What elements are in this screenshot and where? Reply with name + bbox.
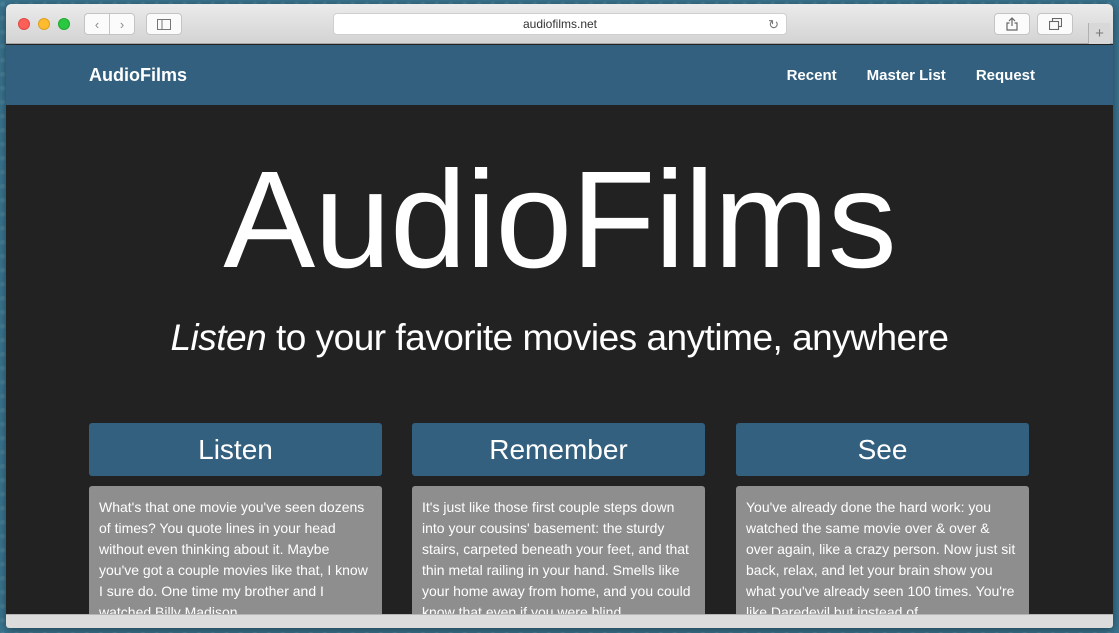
feature-heading: Listen	[89, 423, 382, 476]
new-tab-button[interactable]: +	[1088, 23, 1110, 44]
brand-link[interactable]: AudioFilms	[89, 65, 187, 86]
show-tabs-button[interactable]	[1037, 13, 1073, 35]
feature-body: What's that one movie you've seen dozens…	[89, 486, 382, 628]
nav-link-request[interactable]: Request	[976, 67, 1035, 84]
sidebar-icon	[157, 18, 171, 30]
nav-link-recent[interactable]: Recent	[787, 67, 837, 84]
feature-body: You've already done the hard work: you w…	[736, 486, 1029, 628]
browser-toolbar: ‹ › audiofilms.net ↻ +	[6, 4, 1113, 44]
chevron-left-icon: ‹	[94, 16, 100, 32]
browser-window: ‹ › audiofilms.net ↻ + AudioFilms Recent…	[6, 4, 1113, 628]
share-button[interactable]	[994, 13, 1030, 35]
chevron-right-icon: ›	[119, 16, 125, 32]
hero-subtitle-emphasis: Listen	[170, 317, 267, 358]
share-icon	[1006, 17, 1018, 31]
site-navbar: AudioFilms Recent Master List Request	[6, 45, 1113, 105]
sidebar-toggle-button[interactable]	[146, 13, 182, 35]
hero-section: AudioFilms Listen to your favorite movie…	[6, 105, 1113, 628]
feature-see: See You've already done the hard work: y…	[736, 423, 1029, 628]
nav-link-master-list[interactable]: Master List	[867, 67, 946, 84]
hero-subtitle: Listen to your favorite movies anytime, …	[6, 317, 1113, 359]
url-text: audiofilms.net	[522, 17, 598, 31]
hero-title: AudioFilms	[223, 143, 897, 297]
minimize-window-button[interactable]	[38, 18, 50, 30]
feature-remember: Remember It's just like those first coup…	[412, 423, 705, 628]
reload-icon[interactable]: ↻	[768, 17, 779, 33]
window-bottom-bar	[6, 614, 1113, 628]
address-bar[interactable]: audiofilms.net ↻	[333, 13, 787, 35]
feature-heading: See	[736, 423, 1029, 476]
forward-button[interactable]: ›	[109, 13, 135, 35]
nav-links: Recent Master List Request	[787, 67, 1035, 84]
feature-heading: Remember	[412, 423, 705, 476]
feature-body: It's just like those first couple steps …	[412, 486, 705, 628]
close-window-button[interactable]	[18, 18, 30, 30]
hero-subtitle-text: to your favorite movies anytime, anywher…	[266, 317, 949, 358]
maximize-window-button[interactable]	[58, 18, 70, 30]
tabs-icon	[1048, 18, 1062, 30]
back-button[interactable]: ‹	[84, 13, 110, 35]
plus-icon: +	[1095, 25, 1104, 42]
feature-listen: Listen What's that one movie you've seen…	[89, 423, 382, 628]
